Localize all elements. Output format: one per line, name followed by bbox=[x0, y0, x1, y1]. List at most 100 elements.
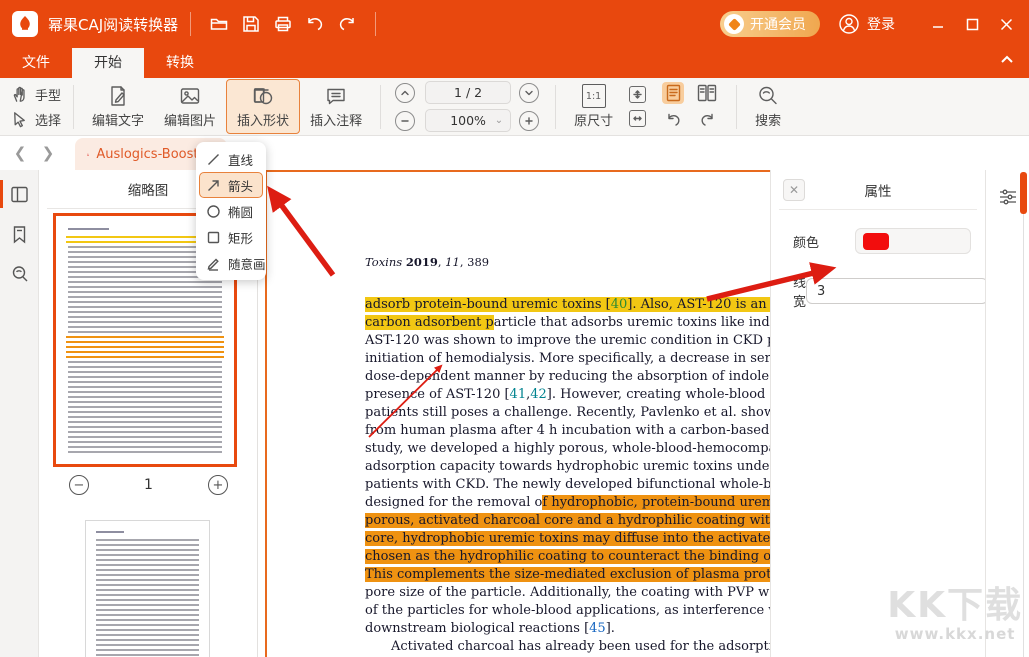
menu-item-rectangle[interactable]: 矩形 bbox=[199, 224, 263, 250]
bookmark-panel-button[interactable] bbox=[0, 214, 39, 254]
nav-forward-button[interactable]: ❯ bbox=[38, 143, 58, 163]
document-line: pore size of the particle. Additionally,… bbox=[365, 584, 770, 602]
chevron-down-icon: ⌄ bbox=[495, 115, 503, 126]
document-line: patients with CKD. The newly developed b… bbox=[365, 476, 770, 494]
previous-page-button[interactable] bbox=[395, 83, 415, 103]
sliders-icon bbox=[997, 186, 1019, 208]
search-panel-icon bbox=[10, 264, 30, 284]
rotate-left-button[interactable] bbox=[662, 110, 684, 132]
vip-label: 开通会员 bbox=[750, 14, 806, 34]
gem-icon bbox=[724, 14, 744, 34]
insert-shape-icon bbox=[251, 84, 275, 108]
menu-item-arrow[interactable]: 箭头 bbox=[199, 172, 263, 198]
single-page-view-button[interactable] bbox=[662, 82, 684, 104]
tab-home[interactable]: 开始 bbox=[72, 48, 144, 78]
color-picker-field[interactable] bbox=[855, 228, 971, 254]
print-button[interactable] bbox=[267, 8, 299, 40]
one-to-one-icon: 1:1 bbox=[582, 84, 606, 108]
document-line: carbon adsorbent particle that adsorbs u… bbox=[365, 314, 770, 332]
close-properties-button[interactable]: ✕ bbox=[783, 179, 805, 201]
pencil-icon bbox=[206, 256, 221, 271]
login-label: 登录 bbox=[867, 14, 895, 34]
document-line: designed for the removal of hydrophobic,… bbox=[365, 494, 770, 512]
zoom-out-button[interactable] bbox=[395, 111, 415, 131]
tab-convert[interactable]: 转换 bbox=[144, 48, 216, 78]
title-bar: 幂果CAJ阅读转换器 开通会员 登录 bbox=[0, 0, 1029, 48]
edit-text-label: 编辑文字 bbox=[92, 110, 144, 129]
two-page-view-button[interactable] bbox=[696, 82, 718, 104]
document-line: porous, activated charcoal core and a hy… bbox=[365, 512, 770, 530]
insert-note-icon bbox=[324, 84, 348, 108]
titlebar-separator bbox=[190, 12, 191, 36]
sidebar-icon-strip bbox=[0, 170, 39, 657]
document-line: study, we developed a highly porous, who… bbox=[365, 440, 770, 458]
maximize-button[interactable] bbox=[955, 7, 989, 41]
page-indicator-field[interactable]: 1 / 2 bbox=[425, 81, 511, 104]
thumbnail-zoom-out-button[interactable]: − bbox=[69, 475, 89, 495]
document-line: initiation of hemodialysis. More specifi… bbox=[365, 350, 770, 368]
document-line: adsorption capacity towards hydrophobic … bbox=[365, 458, 770, 476]
actual-size-button[interactable]: 1:1 原尺寸 bbox=[564, 80, 623, 133]
edit-image-label: 编辑图片 bbox=[164, 110, 216, 129]
tab-file[interactable]: 文件 bbox=[0, 48, 72, 78]
collapse-ribbon-icon[interactable] bbox=[999, 52, 1015, 72]
edit-text-icon bbox=[106, 84, 130, 108]
thumbnail-page-number: 1 bbox=[144, 477, 153, 493]
zoom-in-button[interactable] bbox=[519, 111, 539, 131]
properties-panel: ✕ 属性 颜色 线宽 bbox=[770, 170, 985, 657]
select-tool-label: 选择 bbox=[35, 110, 61, 129]
select-tool-button[interactable]: 选择 bbox=[10, 110, 61, 129]
menu-item-line[interactable]: 直线 bbox=[199, 146, 263, 172]
bookmark-icon bbox=[10, 224, 29, 245]
document-line: chosen as the hydrophilic coating to cou… bbox=[365, 548, 770, 566]
thumbnail-zoom-in-button[interactable]: + bbox=[208, 475, 228, 495]
scrollbar-track[interactable] bbox=[1023, 214, 1024, 657]
page-thumbnail-2[interactable] bbox=[85, 520, 210, 657]
document-line: AST-120 was shown to improve the uremic … bbox=[365, 332, 770, 350]
document-running-header: Toxins 2019, 11, 389 bbox=[365, 255, 489, 269]
thumbnail-panel-button[interactable] bbox=[0, 174, 39, 214]
document-page: Toxins 2019, 11, 389 adsorb protein-boun… bbox=[265, 170, 770, 657]
color-swatch bbox=[863, 233, 889, 250]
vip-upgrade-button[interactable]: 开通会员 bbox=[720, 11, 820, 37]
hand-tool-button[interactable]: 手型 bbox=[10, 85, 61, 104]
right-tool-strip bbox=[985, 170, 1029, 657]
undo-button[interactable] bbox=[299, 8, 331, 40]
properties-toggle-button[interactable] bbox=[997, 186, 1019, 212]
pdf-file-icon bbox=[87, 146, 89, 163]
scrollbar-thumb[interactable] bbox=[1020, 172, 1027, 214]
linewidth-input[interactable] bbox=[806, 278, 988, 304]
fit-width-button[interactable] bbox=[629, 110, 646, 127]
save-button[interactable] bbox=[235, 8, 267, 40]
minimize-button[interactable] bbox=[921, 7, 955, 41]
linewidth-label: 线宽 bbox=[793, 272, 806, 310]
line-icon bbox=[206, 152, 221, 167]
document-line: patients still poses a challenge. Recent… bbox=[365, 404, 770, 422]
fit-page-button[interactable] bbox=[629, 86, 646, 103]
login-button[interactable]: 登录 bbox=[838, 13, 895, 35]
nav-back-button[interactable]: ❮ bbox=[10, 143, 30, 163]
next-page-button[interactable] bbox=[519, 83, 539, 103]
app-logo-icon bbox=[12, 11, 38, 37]
insert-shape-button[interactable]: 插入形状 bbox=[226, 79, 300, 134]
rotate-right-button[interactable] bbox=[696, 110, 718, 132]
document-line: adsorb protein-bound uremic toxins [40].… bbox=[365, 296, 770, 314]
open-file-button[interactable] bbox=[203, 8, 235, 40]
close-button[interactable] bbox=[989, 7, 1023, 41]
search-icon bbox=[756, 84, 780, 108]
menu-item-ellipse[interactable]: 椭圆 bbox=[199, 198, 263, 224]
hand-tool-label: 手型 bbox=[35, 85, 61, 104]
redo-button[interactable] bbox=[331, 8, 363, 40]
menu-item-freehand[interactable]: 随意画 bbox=[199, 250, 263, 276]
insert-note-label: 插入注释 bbox=[310, 110, 362, 129]
document-tab-bar: ❮ ❯ Auslogics-BoostSp bbox=[0, 136, 1029, 170]
app-window: 幂果CAJ阅读转换器 开通会员 登录 文件 bbox=[0, 0, 1029, 657]
edit-image-button[interactable]: 编辑图片 bbox=[154, 80, 226, 133]
edit-text-button[interactable]: 编辑文字 bbox=[82, 80, 154, 133]
ellipse-icon bbox=[206, 204, 221, 219]
insert-note-button[interactable]: 插入注释 bbox=[300, 80, 372, 133]
user-icon bbox=[838, 13, 860, 35]
zoom-level-select[interactable]: 100%⌄ bbox=[425, 109, 511, 132]
search-panel-button[interactable] bbox=[0, 254, 39, 294]
search-button[interactable]: 搜索 bbox=[745, 80, 791, 133]
